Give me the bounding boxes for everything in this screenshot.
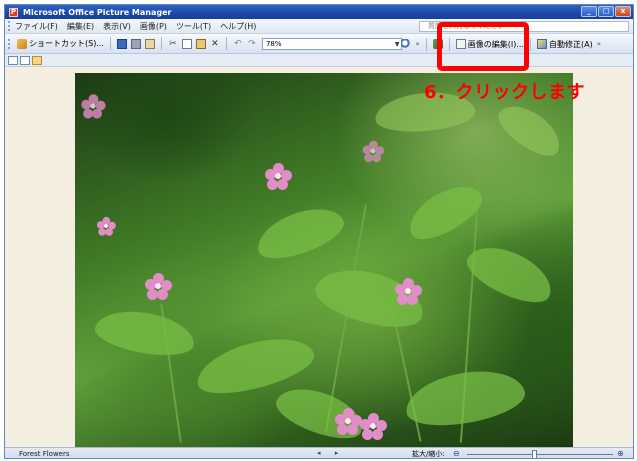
thumbnail-view-icon[interactable] <box>8 55 18 65</box>
view-mode-bar <box>5 54 633 67</box>
status-bar: Forest Flowers ◂ ▸ 拡大/縮小: ⊖ ⊕ <box>5 447 633 458</box>
paste-icon[interactable] <box>195 38 206 49</box>
annotation-highlight-box <box>437 22 529 71</box>
save-icon[interactable] <box>116 38 127 49</box>
copy-icon[interactable] <box>181 38 192 49</box>
photo-flower <box>81 94 106 119</box>
minimize-button[interactable]: _ <box>581 6 597 17</box>
toolbar-separator <box>109 37 111 50</box>
zoom-label: 拡大/縮小: <box>412 450 445 458</box>
toolbar-separator <box>225 37 227 50</box>
cut-icon[interactable]: ✂ <box>168 39 178 49</box>
photo-flower <box>96 216 116 236</box>
auto-correct-label: 自動修正(A) <box>548 39 593 49</box>
image-name-label: Forest Flowers <box>19 450 70 458</box>
photo-leaf <box>491 95 569 165</box>
photo-flower <box>360 413 387 440</box>
photo-flower <box>362 140 385 163</box>
menu-grip-icon[interactable] <box>8 21 11 31</box>
standard-toolbar: ショートカット(S)... ✂ ✕ ↶ ↷ 78% ▼ » 画像の編集(I)..… <box>5 34 633 54</box>
photo-flower <box>265 163 292 190</box>
toolbar-grip-icon[interactable] <box>8 38 11 49</box>
shortcuts-button[interactable]: ショートカット(S)... <box>15 37 104 51</box>
menu-help[interactable]: ヘルプ(H) <box>220 21 256 32</box>
redo-icon[interactable]: ↷ <box>247 39 257 49</box>
shortcut-icon <box>17 38 27 49</box>
menu-picture[interactable]: 画像(P) <box>140 21 167 32</box>
print-icon[interactable] <box>130 38 141 49</box>
shortcuts-label: ショートカット(S)... <box>29 39 104 48</box>
window-title: Microsoft Office Picture Manager <box>23 7 172 17</box>
picture-preview[interactable] <box>75 73 573 447</box>
zoom-slider-thumb[interactable] <box>532 450 538 458</box>
previous-next-arrows-icon[interactable]: ◂ ▸ <box>317 449 344 457</box>
maximize-button[interactable]: □ <box>598 6 614 17</box>
single-picture-view-icon[interactable] <box>32 55 42 65</box>
photo-leaf <box>250 198 350 268</box>
photo-leaf <box>92 304 198 362</box>
zoom-dropdown-arrow-icon[interactable]: ▼ <box>395 41 400 48</box>
menu-bar: ファイル(F) 編集(E) 表示(V) 画像(P) ツール(T) ヘルプ(H) … <box>5 19 633 34</box>
picture-manager-window: P Microsoft Office Picture Manager _ □ x… <box>4 4 634 459</box>
zoom-out-icon[interactable]: ⊖ <box>453 449 460 458</box>
menu-file[interactable]: ファイル(F) <box>15 21 58 32</box>
toolbar-separator <box>160 37 162 50</box>
toolbar-separator <box>425 37 427 51</box>
photo-leaf <box>401 362 529 434</box>
picture-manager-app-icon: P <box>9 7 18 17</box>
toolbar-overflow-chevron-icon[interactable]: » <box>597 40 601 48</box>
auto-correct-button[interactable]: 自動修正(A) <box>535 37 593 51</box>
zoom-level-input[interactable]: 78% <box>261 37 402 50</box>
photo-flower <box>145 273 172 300</box>
zoom-in-icon[interactable]: ⊕ <box>617 449 624 458</box>
annotation-instruction-text: 6．クリックします <box>424 82 586 103</box>
delete-icon[interactable]: ✕ <box>210 39 220 49</box>
photo-flower <box>395 278 422 305</box>
title-bar[interactable]: P Microsoft Office Picture Manager _ □ x <box>5 5 633 19</box>
menu-edit[interactable]: 編集(E) <box>67 21 94 32</box>
menu-view[interactable]: 表示(V) <box>103 21 131 32</box>
toolbar-overflow-chevron-icon[interactable]: » <box>415 40 419 48</box>
zoom-slider[interactable] <box>467 454 613 455</box>
picture-canvas <box>5 67 633 447</box>
auto-correct-icon <box>536 39 547 49</box>
photo-flower <box>335 408 362 435</box>
filmstrip-view-icon[interactable] <box>20 55 30 65</box>
undo-icon[interactable]: ↶ <box>233 39 243 49</box>
menu-tools[interactable]: ツール(T) <box>176 21 211 32</box>
zoom-icon[interactable] <box>401 39 412 49</box>
close-button[interactable]: x <box>615 6 631 17</box>
toolbar-separator <box>529 37 531 51</box>
email-icon[interactable] <box>144 38 155 49</box>
window-controls: _ □ x <box>581 6 631 17</box>
